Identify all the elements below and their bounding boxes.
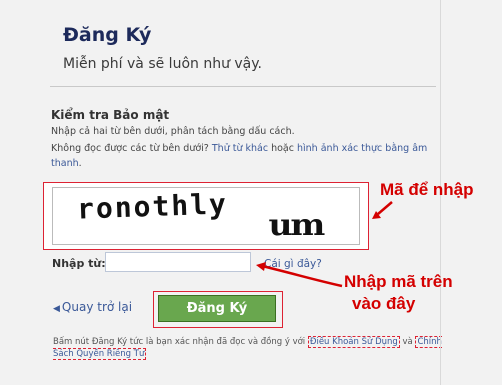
input-annotation-line2: vào đây xyxy=(352,294,416,313)
signup-button[interactable]: Đăng Ký xyxy=(158,295,276,322)
captcha-word-2: um xyxy=(268,208,326,243)
and-text: và xyxy=(399,337,416,347)
cant-read-text: Không đọc được các từ bên dưới? xyxy=(51,143,212,154)
input-annotation: Nhập mã trên vào đây xyxy=(344,271,453,315)
signup-panel: Đăng Ký Miễn phí và sẽ luôn như vậy. Kiể… xyxy=(0,0,442,385)
captcha-highlight-box: ronothly um xyxy=(43,182,369,250)
captcha-input[interactable] xyxy=(105,252,251,272)
terms-link[interactable]: Điều Khoản Sử Dụng xyxy=(307,336,400,348)
or-text: hoặc xyxy=(268,143,297,154)
security-help: Không đọc được các từ bên dưới? Thử từ k… xyxy=(51,141,451,171)
period-text: . xyxy=(78,158,82,169)
page-subtitle: Miễn phí và sẽ luôn như vậy. xyxy=(63,56,263,72)
signup-button-highlight: Đăng Ký xyxy=(153,291,283,328)
captcha-word-1: ronothly xyxy=(76,187,229,226)
other-words-link[interactable]: Thử từ khác xyxy=(212,143,268,154)
back-arrow-icon: ◀ xyxy=(53,304,60,314)
what-is-this-link[interactable]: Cái gì đây? xyxy=(264,258,322,270)
security-instruction: Nhập cả hai từ bên dưới, phân tách bằng … xyxy=(51,126,295,137)
security-check-title: Kiểm tra Bảo mật xyxy=(51,108,170,122)
divider xyxy=(50,86,436,87)
back-link[interactable]: ◀ Quay trở lại xyxy=(53,300,132,314)
input-annotation-line1: Nhập mã trên xyxy=(344,272,453,291)
captcha-input-label: Nhập từ: xyxy=(52,257,106,270)
terms-text: Bấm nút Đăng Ký tức là bạn xác nhận đã đ… xyxy=(53,337,308,347)
back-label: Quay trở lại xyxy=(61,300,133,314)
page-title: Đăng Ký xyxy=(63,24,152,46)
captcha-annotation: Mã để nhập xyxy=(380,180,474,199)
terms-notice: Bấm nút Đăng Ký tức là bạn xác nhận đã đ… xyxy=(53,336,448,360)
captcha-image: ronothly um xyxy=(52,187,360,245)
